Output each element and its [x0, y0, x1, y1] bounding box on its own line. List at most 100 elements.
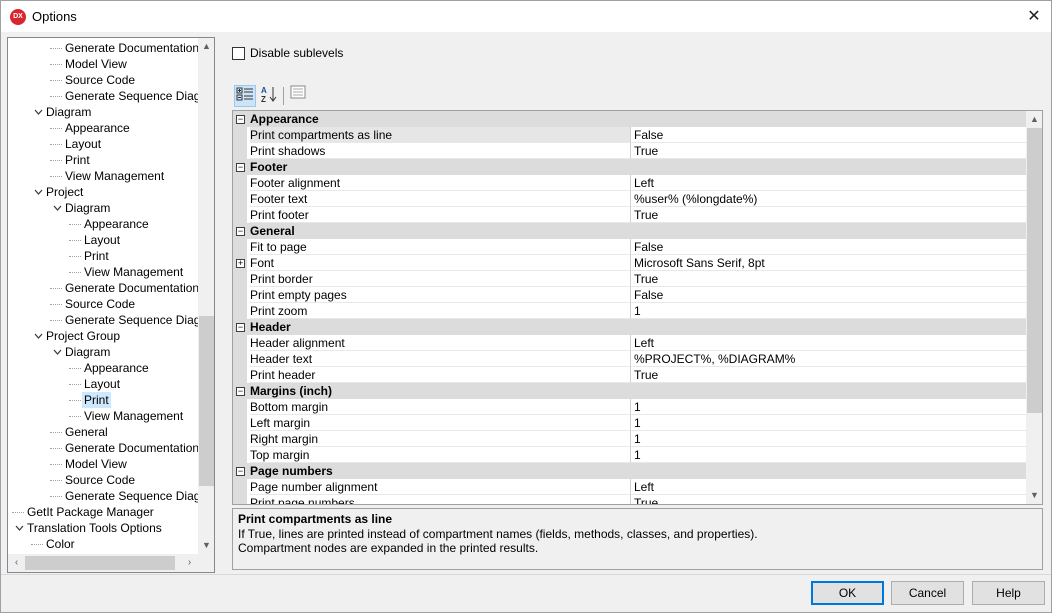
- tree-item-label[interactable]: Diagram: [63, 344, 112, 360]
- scroll-left-icon[interactable]: ‹: [8, 554, 25, 572]
- tree-item-label[interactable]: Diagram: [44, 104, 93, 120]
- property-row[interactable]: Print shadows True: [233, 143, 1026, 159]
- property-name[interactable]: Print compartments as line: [250, 127, 630, 143]
- tree-item-label[interactable]: Project Group: [44, 328, 122, 344]
- tree-item-label[interactable]: Generate Sequence Diagram: [63, 488, 198, 504]
- property-row[interactable]: Right margin 1: [233, 431, 1026, 447]
- expand-plus-icon[interactable]: +: [236, 259, 245, 268]
- tree-item-label[interactable]: View Management: [82, 264, 185, 280]
- property-row[interactable]: Print zoom 1: [233, 303, 1026, 319]
- tree-item-label[interactable]: Layout: [63, 136, 103, 152]
- tree-item[interactable]: Source Code: [8, 472, 198, 488]
- tree-vertical-scrollbar[interactable]: ▲ ▼: [198, 38, 214, 554]
- property-value[interactable]: 1: [630, 399, 1026, 415]
- tree-item-label[interactable]: Print: [82, 248, 111, 264]
- tree-item-label[interactable]: View Management: [63, 168, 166, 184]
- tree-item-label[interactable]: GetIt Package Manager: [25, 504, 156, 520]
- property-value[interactable]: Left: [630, 175, 1026, 191]
- tree-item-label[interactable]: Model View: [63, 456, 129, 472]
- tree-item[interactable]: Source Code: [8, 72, 198, 88]
- scroll-up-icon[interactable]: ▲: [1026, 111, 1042, 128]
- tree-item-label[interactable]: Appearance: [82, 360, 151, 376]
- tree-item[interactable]: Generate Sequence Diagram: [8, 88, 198, 104]
- tree-item-label[interactable]: Color: [44, 536, 77, 552]
- tree-scroll-thumb[interactable]: [199, 316, 214, 486]
- tree-item-label[interactable]: Source Code: [63, 296, 137, 312]
- tree-item[interactable]: View Management: [8, 264, 198, 280]
- property-name[interactable]: Print shadows: [250, 143, 630, 159]
- expand-chevron-icon[interactable]: [14, 520, 24, 536]
- property-name[interactable]: Print zoom: [250, 303, 630, 319]
- property-value[interactable]: True: [630, 143, 1026, 159]
- property-row[interactable]: Print header True: [233, 367, 1026, 383]
- property-value[interactable]: False: [630, 127, 1026, 143]
- property-name[interactable]: Left margin: [250, 415, 630, 431]
- tree-item-label[interactable]: Generate Documentation: [63, 280, 198, 296]
- tree-item[interactable]: Print: [8, 392, 198, 408]
- tree-item-label[interactable]: Print: [63, 152, 92, 168]
- property-row[interactable]: Top margin 1: [233, 447, 1026, 463]
- property-category[interactable]: − Appearance: [233, 111, 1026, 127]
- expand-chevron-icon[interactable]: [33, 328, 43, 344]
- tree-item[interactable]: Diagram: [8, 344, 198, 360]
- tree-item[interactable]: Model View: [8, 56, 198, 72]
- property-row[interactable]: Page number alignment Left: [233, 479, 1026, 495]
- help-button[interactable]: Help: [972, 581, 1045, 605]
- tree-item-label[interactable]: Translation Tools Options: [25, 520, 164, 536]
- tree-item-label[interactable]: Generate Sequence Diagram: [63, 88, 198, 104]
- property-value[interactable]: %user% (%longdate%): [630, 191, 1026, 207]
- close-button[interactable]: ✕: [1017, 1, 1051, 32]
- tree-item-label[interactable]: Generate Documentation: [63, 440, 198, 456]
- tree-item-label[interactable]: Appearance: [82, 216, 151, 232]
- tree-item[interactable]: Diagram: [8, 104, 198, 120]
- property-value[interactable]: True: [630, 271, 1026, 287]
- disable-sublevels-checkbox[interactable]: [232, 47, 245, 60]
- property-value[interactable]: 1: [630, 447, 1026, 463]
- property-value[interactable]: 1: [630, 415, 1026, 431]
- tree-item-label[interactable]: Generate Sequence Diagram: [63, 312, 198, 328]
- property-value[interactable]: Left: [630, 335, 1026, 351]
- property-name[interactable]: Footer alignment: [250, 175, 630, 191]
- tree-item-label[interactable]: General: [63, 424, 110, 440]
- disable-sublevels-label[interactable]: Disable sublevels: [250, 46, 343, 60]
- property-name[interactable]: Header text: [250, 351, 630, 367]
- property-row[interactable]: Header text %PROJECT%, %DIAGRAM%: [233, 351, 1026, 367]
- tree-item[interactable]: Generate Documentation: [8, 440, 198, 456]
- property-row[interactable]: Print empty pages False: [233, 287, 1026, 303]
- tree-item-label[interactable]: Generate Documentation: [63, 40, 198, 56]
- property-value[interactable]: False: [630, 287, 1026, 303]
- property-name[interactable]: Print border: [250, 271, 630, 287]
- tree-item[interactable]: View Management: [8, 408, 198, 424]
- categorized-button[interactable]: [234, 85, 256, 107]
- tree-item[interactable]: Layout: [8, 376, 198, 392]
- property-name[interactable]: Print footer: [250, 207, 630, 223]
- tree-item-label[interactable]: Print: [82, 392, 111, 408]
- tree-horizontal-scrollbar[interactable]: ‹ ›: [8, 554, 198, 572]
- tree-item[interactable]: Generate Sequence Diagram: [8, 488, 198, 504]
- property-row[interactable]: Print page numbers True: [233, 495, 1026, 504]
- tree-item[interactable]: View Management: [8, 168, 198, 184]
- property-name[interactable]: Print empty pages: [250, 287, 630, 303]
- property-category[interactable]: − Page numbers: [233, 463, 1026, 479]
- tree-item[interactable]: Generate Documentation: [8, 280, 198, 296]
- tree-item[interactable]: General: [8, 424, 198, 440]
- tree-item[interactable]: Print: [8, 248, 198, 264]
- collapse-minus-icon[interactable]: −: [236, 227, 245, 236]
- scroll-up-icon[interactable]: ▲: [198, 38, 214, 55]
- property-name[interactable]: Footer text: [250, 191, 630, 207]
- tree-item-label[interactable]: Diagram: [63, 200, 112, 216]
- tree-item[interactable]: Generate Sequence Diagram: [8, 312, 198, 328]
- tree-item[interactable]: Appearance: [8, 360, 198, 376]
- expand-chevron-icon[interactable]: [33, 104, 43, 120]
- property-value[interactable]: False: [630, 239, 1026, 255]
- tree-item[interactable]: Diagram: [8, 200, 198, 216]
- tree-item-label[interactable]: Source Code: [63, 472, 137, 488]
- property-row[interactable]: Footer alignment Left: [233, 175, 1026, 191]
- property-name[interactable]: Font: [250, 255, 630, 271]
- scroll-down-icon[interactable]: ▼: [198, 537, 214, 554]
- property-row[interactable]: Bottom margin 1: [233, 399, 1026, 415]
- tree-item[interactable]: Model View: [8, 456, 198, 472]
- tree-item[interactable]: GetIt Package Manager: [8, 504, 198, 520]
- grid-vertical-scrollbar[interactable]: ▲ ▼: [1026, 111, 1042, 504]
- expand-chevron-icon[interactable]: [33, 184, 43, 200]
